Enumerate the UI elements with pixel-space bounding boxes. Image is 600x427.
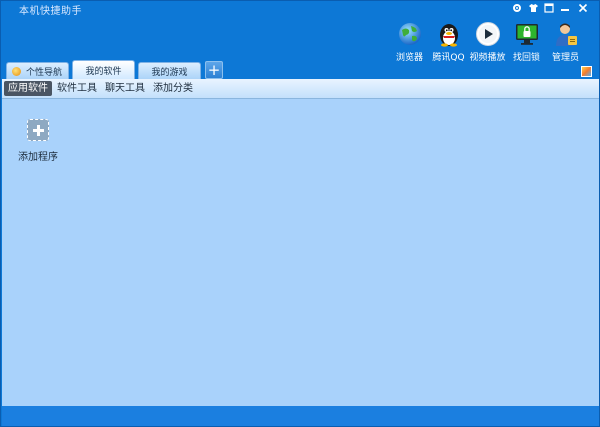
quick-launch-browser[interactable]: 浏览器 [392, 21, 427, 63]
plus-icon [27, 119, 49, 141]
quick-launch-label: 腾讯QQ [432, 53, 465, 63]
category-chat-tools[interactable]: 聊天工具 [102, 81, 148, 96]
add-program-label: 添加程序 [18, 152, 58, 163]
tab-bar: 个性导航 我的软件 我的游戏 + [6, 60, 223, 80]
category-app-software[interactable]: 应用软件 [4, 81, 52, 96]
tab-my-software[interactable]: 我的软件 [72, 60, 135, 80]
add-tab-button[interactable]: + [205, 61, 223, 79]
category-bar: 应用软件 软件工具 聊天工具 添加分类 [2, 79, 599, 99]
quick-launch-label: 浏览器 [395, 53, 423, 63]
tab-label: 个性导航 [26, 68, 63, 78]
quick-launch-admin[interactable]: 管理员 [548, 21, 583, 63]
theme-color-icon[interactable] [581, 66, 592, 77]
title-bar[interactable]: 本机快捷助手 [1, 1, 599, 17]
settings-icon[interactable] [509, 1, 525, 16]
quick-launch-lock[interactable]: 找回锁 [509, 21, 544, 63]
admin-user-icon [555, 23, 577, 46]
add-category-button[interactable]: 添加分类 [150, 81, 196, 96]
status-bar [2, 406, 599, 426]
tab-personal-nav[interactable]: 个性导航 [6, 62, 69, 80]
app-window: 本机快捷助手 浏览器 腾讯QQ 视频播放 找回锁 管理员 个性导航 我的软件 我… [0, 0, 600, 427]
minimize-icon[interactable] [557, 1, 573, 16]
add-program-button[interactable]: 添加程序 [18, 119, 58, 163]
tab-label: 我的游戏 [151, 68, 188, 78]
qq-penguin-icon [439, 24, 458, 47]
restore-icon[interactable] [541, 1, 557, 16]
quick-launch-label: 找回锁 [512, 53, 540, 63]
nav-favicon-icon [12, 67, 21, 76]
quick-launch-label: 管理员 [551, 53, 579, 63]
window-title: 本机快捷助手 [19, 6, 82, 17]
quick-launch-bar: 浏览器 腾讯QQ 视频播放 找回锁 管理员 [392, 21, 583, 63]
tab-label: 我的软件 [85, 67, 122, 77]
quick-launch-qq[interactable]: 腾讯QQ [431, 21, 466, 63]
category-software-tools[interactable]: 软件工具 [54, 81, 100, 96]
quick-launch-video[interactable]: 视频播放 [469, 21, 506, 63]
globe-icon [398, 23, 421, 45]
quick-launch-label: 视频播放 [469, 53, 506, 63]
close-icon[interactable] [573, 1, 593, 16]
skin-icon[interactable] [525, 1, 541, 16]
program-area: 添加程序 [2, 99, 599, 406]
window-controls [509, 1, 593, 16]
tab-my-games[interactable]: 我的游戏 [138, 62, 201, 80]
play-icon [475, 22, 500, 46]
lock-screen-icon [515, 24, 538, 45]
